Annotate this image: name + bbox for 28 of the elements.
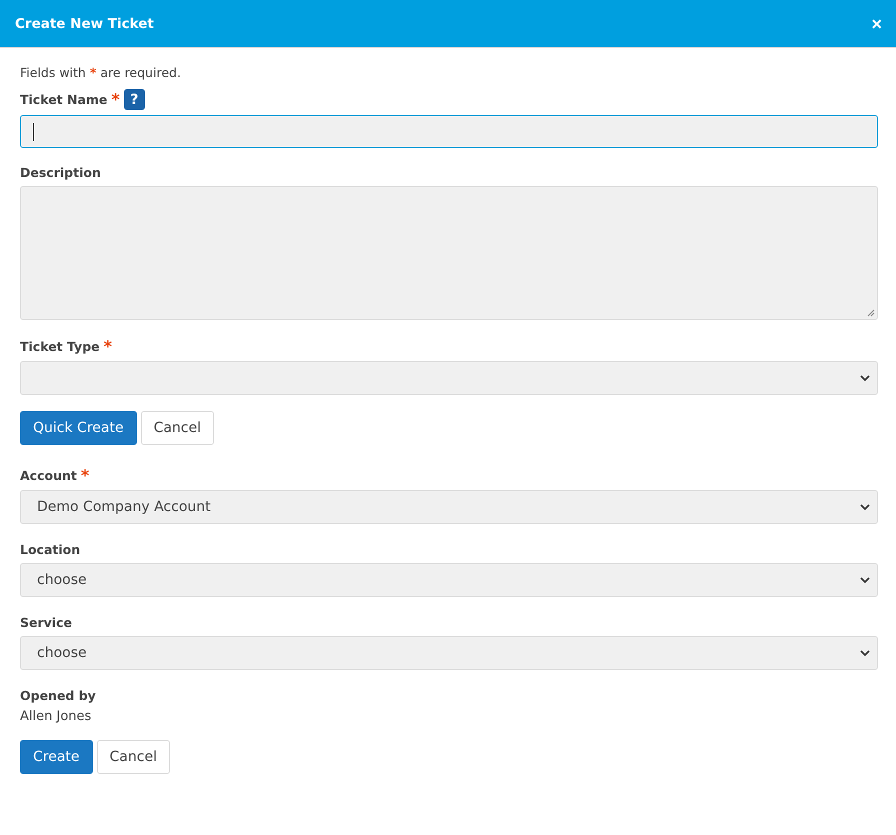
- field-label: Account: [20, 468, 77, 483]
- cancel-button[interactable]: Cancel: [96, 740, 170, 774]
- field-label: Location: [20, 542, 80, 556]
- chevron-down-icon: [859, 576, 871, 584]
- dropdown-select[interactable]: choose: [20, 563, 878, 597]
- chevron-down-icon: [859, 649, 871, 657]
- required-mark: *: [80, 466, 90, 485]
- field-label: Ticket Name: [20, 92, 108, 107]
- field-label: Opened by: [20, 688, 96, 702]
- field-label: Description: [20, 164, 101, 180]
- submit-button[interactable]: Quick Create: [20, 411, 137, 445]
- field-value: Allen Jones: [20, 709, 92, 724]
- chevron-down-icon: [859, 503, 871, 511]
- field-label: Ticket Type: [20, 339, 100, 354]
- field-label: Service: [20, 614, 72, 630]
- required-notice: Fields with * are required.: [20, 65, 182, 80]
- submit-button[interactable]: Create: [20, 740, 93, 774]
- required-mark: *: [104, 337, 112, 356]
- cancel-button[interactable]: Cancel: [140, 411, 214, 445]
- textarea-field[interactable]: [20, 186, 878, 320]
- dropdown-select[interactable]: choose: [20, 636, 878, 670]
- dropdown-select[interactable]: Demo Company Account: [20, 490, 878, 524]
- input-field[interactable]: [20, 115, 878, 148]
- help-badge[interactable]: ?: [124, 89, 145, 110]
- dialog-title: Create New Ticket: [15, 16, 154, 32]
- required-mark: *: [111, 90, 120, 109]
- chevron-down-icon: [859, 374, 871, 382]
- resize-grip-icon[interactable]: [867, 309, 875, 317]
